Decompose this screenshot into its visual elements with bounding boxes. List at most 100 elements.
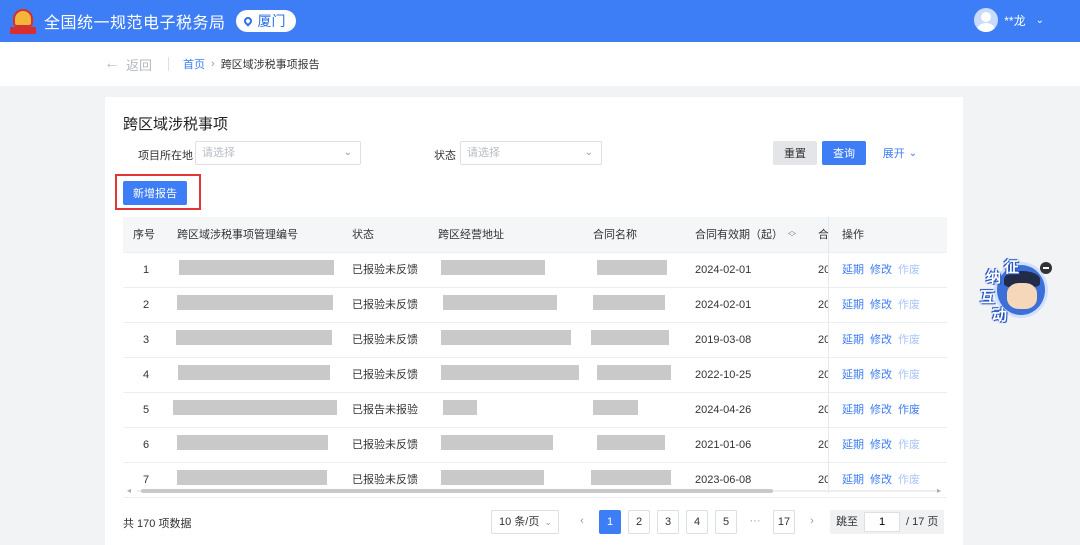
main-card: 跨区域涉税事项 项目所在地 请选择 ⌄ 状态 请选择 ⌄ 重置 查询 展开 ⌄ …: [105, 97, 963, 545]
redacted-contract: [593, 295, 665, 310]
scrollbar-thumb[interactable]: [141, 489, 773, 493]
table-header: 序号 跨区域涉税事项管理编号 状态 跨区经营地址 合同名称 合同有效期（起） ︿…: [123, 217, 947, 253]
assistant-widget[interactable]: 征 纳 互 动: [978, 250, 1058, 330]
total-pages: / 17 页: [906, 516, 939, 528]
modify-link[interactable]: 修改: [870, 358, 892, 392]
city-name: 厦门: [257, 13, 286, 29]
row-seq: 2: [143, 299, 150, 311]
column-header: 合同有效期（起）: [695, 229, 783, 241]
redacted-address: [443, 400, 477, 415]
row-seq: 4: [143, 369, 150, 381]
extend-link[interactable]: 延期: [842, 358, 864, 392]
redacted-address: [441, 260, 545, 275]
location-select[interactable]: 请选择 ⌄: [195, 141, 361, 165]
redacted-id: [173, 400, 337, 415]
page-ellipsis[interactable]: ···: [744, 510, 766, 534]
column-header: 序号: [133, 229, 155, 241]
fixed-column-divider: [828, 217, 829, 493]
page-number-button[interactable]: 4: [686, 510, 708, 534]
back-button[interactable]: ← 返回: [104, 55, 152, 74]
location-select-placeholder: 请选择: [202, 147, 235, 159]
modify-link[interactable]: 修改: [870, 428, 892, 462]
row-col7: 20: [818, 264, 828, 276]
query-button[interactable]: 查询: [822, 141, 866, 165]
table-row: 3 已报验未反馈 2019-03-08 20 延期 修改 作废: [123, 323, 947, 358]
user-menu[interactable]: **龙 ⌄: [974, 8, 1044, 32]
void-link[interactable]: 作废: [898, 253, 920, 287]
row-date: 2019-03-08: [695, 334, 752, 346]
extend-link[interactable]: 延期: [842, 288, 864, 322]
expand-label: 展开: [882, 148, 905, 160]
row-status: 已报验未反馈: [352, 299, 418, 311]
redacted-contract: [593, 400, 638, 415]
prev-page-icon[interactable]: ‹: [571, 510, 593, 534]
breadcrumb-home-link[interactable]: 首页: [183, 56, 205, 72]
modify-link[interactable]: 修改: [870, 288, 892, 322]
widget-char: 征: [1004, 259, 1020, 276]
redacted-address: [441, 435, 553, 450]
void-link[interactable]: 作废: [898, 323, 920, 357]
new-report-button[interactable]: 新增报告: [123, 181, 187, 205]
void-link[interactable]: 作废: [898, 358, 920, 392]
column-header: 跨区域涉税事项管理编号: [177, 229, 298, 241]
modify-link[interactable]: 修改: [870, 253, 892, 287]
modify-link[interactable]: 修改: [870, 393, 892, 427]
close-icon[interactable]: [1040, 262, 1052, 274]
table-row: 4 已报验未反馈 2022-10-25 20 延期 修改 作废: [123, 358, 947, 393]
page-title: 跨区域涉税事项: [123, 116, 229, 133]
horizontal-scrollbar[interactable]: ◂ ▸: [123, 486, 947, 495]
void-link[interactable]: 作废: [898, 393, 920, 427]
row-col7: 20: [818, 299, 828, 311]
widget-char: 动: [992, 307, 1008, 324]
reset-button[interactable]: 重置: [773, 141, 817, 165]
extend-link[interactable]: 延期: [842, 253, 864, 287]
next-page-icon[interactable]: ›: [801, 510, 823, 534]
breadcrumb-bar: ← 返回 首页 › 跨区域涉税事项报告: [0, 42, 1080, 86]
redacted-contract: [591, 470, 671, 485]
redacted-address: [441, 470, 544, 485]
row-date: 2024-04-26: [695, 404, 752, 416]
row-date: 2024-02-01: [695, 299, 752, 311]
status-select[interactable]: 请选择 ⌄: [460, 141, 602, 165]
redacted-id: [177, 295, 333, 310]
extend-link[interactable]: 延期: [842, 428, 864, 462]
redacted-id: [177, 470, 327, 485]
extend-link[interactable]: 延期: [842, 393, 864, 427]
row-status: 已报验未反馈: [352, 439, 418, 451]
row-seq: 5: [143, 404, 150, 416]
table-row: 1 已报验未反馈 2024-02-01 20 延期 修改 作废: [123, 253, 947, 288]
scroll-right-icon[interactable]: ▸: [937, 486, 941, 495]
redacted-contract: [597, 260, 667, 275]
page-size-select[interactable]: 10 条/页 ⌄: [491, 510, 559, 534]
column-header: 状态: [352, 229, 374, 241]
modify-link[interactable]: 修改: [870, 323, 892, 357]
void-link[interactable]: 作废: [898, 288, 920, 322]
page-number-button[interactable]: 3: [657, 510, 679, 534]
table-row: 2 已报验未反馈 2024-02-01 20 延期 修改 作废: [123, 288, 947, 323]
row-date: 2022-10-25: [695, 369, 752, 381]
chevron-down-icon: ⌄: [343, 147, 352, 158]
avatar: [974, 8, 999, 32]
page-number-button[interactable]: 2: [628, 510, 650, 534]
page-number-button[interactable]: 17: [773, 510, 795, 534]
extend-link[interactable]: 延期: [842, 323, 864, 357]
sort-icon[interactable]: ︿ ﹀: [788, 227, 796, 242]
row-date: 2021-01-06: [695, 439, 752, 451]
redacted-contract: [591, 330, 669, 345]
chevron-down-icon: ⌄: [908, 147, 918, 159]
row-status: 已报告未报验: [352, 404, 418, 416]
page-number-button[interactable]: 1: [599, 510, 621, 534]
back-label: 返回: [126, 57, 153, 73]
chevron-down-icon: ⌄: [1035, 14, 1044, 26]
city-selector[interactable]: 厦门: [235, 10, 296, 32]
arrow-left-icon: ←: [104, 55, 120, 72]
scroll-left-icon[interactable]: ◂: [127, 486, 131, 495]
row-seq: 6: [143, 439, 150, 451]
redacted-address: [441, 330, 571, 345]
column-header: 跨区经营地址: [438, 229, 504, 241]
page-number-button[interactable]: 5: [715, 510, 737, 534]
void-link[interactable]: 作废: [898, 428, 920, 462]
jump-page-input[interactable]: [864, 512, 900, 532]
row-status: 已报验未反馈: [352, 264, 418, 276]
expand-button[interactable]: 展开 ⌄: [880, 141, 920, 165]
